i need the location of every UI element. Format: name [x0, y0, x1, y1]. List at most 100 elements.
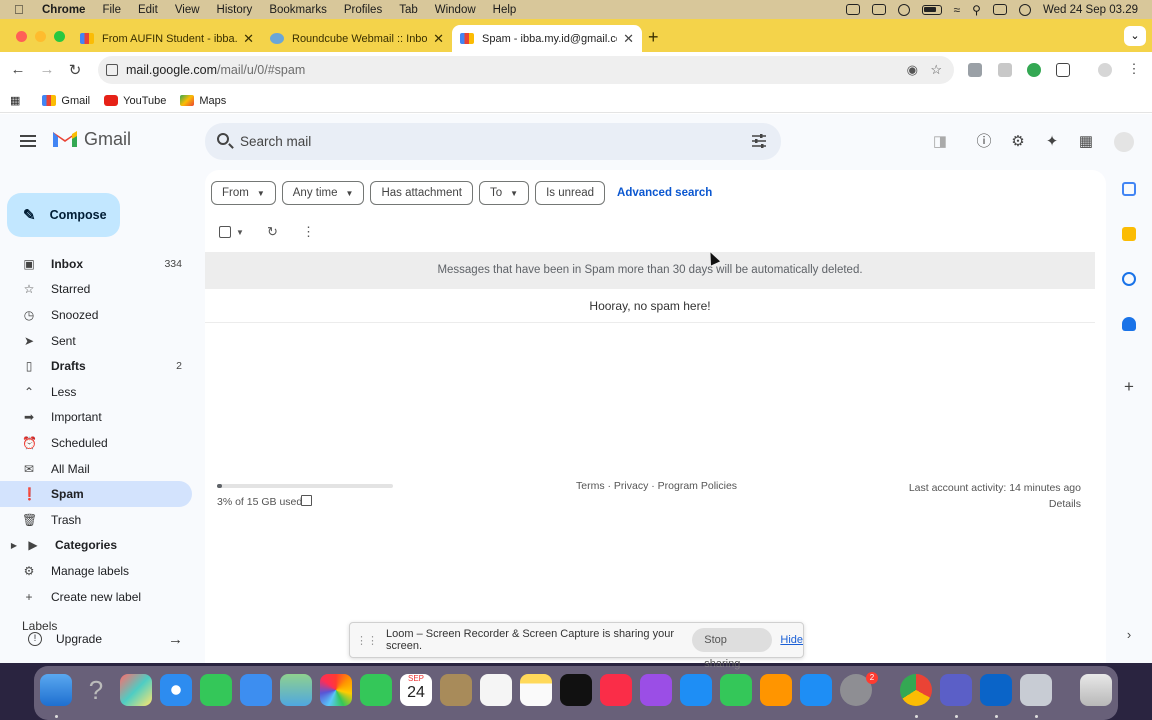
- keynote-icon[interactable]: [680, 674, 712, 706]
- site-info-icon[interactable]: [106, 64, 118, 76]
- close-tab-icon[interactable]: ✕: [433, 31, 444, 47]
- contacts-icon[interactable]: [440, 674, 472, 706]
- new-tab-icon[interactable]: +: [648, 27, 659, 48]
- bookmark-star-icon[interactable]: ☆: [930, 62, 942, 78]
- chip-to[interactable]: To ▼: [478, 181, 530, 205]
- close-window-button[interactable]: [16, 31, 27, 42]
- url-text[interactable]: mail.google.com/mail/u/0/#spam: [126, 63, 305, 77]
- apple-tv-icon[interactable]: [560, 674, 592, 706]
- menu-window[interactable]: Window: [435, 4, 476, 16]
- calendar-icon[interactable]: SEP 24: [400, 674, 432, 706]
- sidebar-item-scheduled[interactable]: ⏰ Scheduled: [0, 430, 192, 456]
- tab-aufin-student[interactable]: From AUFIN Student - ibba.my ✕: [72, 25, 262, 52]
- outlook-icon[interactable]: [980, 674, 1012, 706]
- menu-view[interactable]: View: [175, 4, 200, 16]
- screen-record-icon[interactable]: [845, 4, 860, 15]
- search-icon[interactable]: [217, 133, 229, 145]
- reload-icon[interactable]: ↻: [65, 61, 85, 79]
- select-all-checkbox[interactable]: [219, 226, 231, 238]
- menu-app-name[interactable]: Chrome: [42, 4, 85, 16]
- minimize-window-button[interactable]: [35, 31, 46, 42]
- apple-icon[interactable]: : [14, 2, 28, 17]
- help-icon[interactable]: ⓘ: [974, 132, 994, 152]
- meet-status-icon[interactable]: ◨: [930, 132, 950, 152]
- sidebar-item-less[interactable]: ⌃ Less: [0, 379, 192, 405]
- search-bar[interactable]: [205, 123, 781, 160]
- app-store-icon[interactable]: [800, 674, 832, 706]
- extension-icon[interactable]: [1027, 63, 1041, 77]
- sidebar-item-inbox[interactable]: ▣ Inbox 334: [0, 251, 192, 277]
- advanced-search-link[interactable]: Advanced search: [617, 187, 712, 199]
- menu-file[interactable]: File: [102, 4, 121, 16]
- contacts-icon[interactable]: [1122, 317, 1136, 331]
- safari-icon[interactable]: [160, 674, 192, 706]
- music-icon[interactable]: [600, 674, 632, 706]
- sidebar-item-manage-labels[interactable]: ⚙ Manage labels: [0, 558, 192, 584]
- search-options-icon[interactable]: [751, 134, 767, 148]
- reminders-icon[interactable]: [480, 674, 512, 706]
- sidebar-item-drafts[interactable]: ▯ Drafts 2: [0, 353, 192, 379]
- control-center-icon[interactable]: [992, 4, 1007, 15]
- numbers-icon[interactable]: [720, 674, 752, 706]
- account-avatar[interactable]: [1114, 132, 1134, 152]
- help-question-icon[interactable]: ?: [80, 674, 112, 706]
- wifi-icon[interactable]: ≈: [954, 3, 961, 17]
- open-external-icon[interactable]: [301, 495, 312, 506]
- keep-icon[interactable]: [1122, 227, 1136, 241]
- trash-icon[interactable]: [1080, 674, 1112, 706]
- menu-bookmarks[interactable]: Bookmarks: [269, 4, 327, 16]
- menu-profiles[interactable]: Profiles: [344, 4, 382, 16]
- chrome-menu-icon[interactable]: ⋮: [1124, 61, 1144, 77]
- battery-icon[interactable]: [921, 4, 942, 15]
- maps-icon[interactable]: [280, 674, 312, 706]
- mail-icon[interactable]: [240, 674, 272, 706]
- close-tab-icon[interactable]: ✕: [623, 31, 634, 47]
- eye-off-icon[interactable]: ◉: [907, 62, 918, 78]
- spotlight-search-icon[interactable]: ⚲: [972, 3, 981, 17]
- chip-any-time[interactable]: Any time ▼: [281, 181, 365, 205]
- address-bar[interactable]: mail.google.com/mail/u/0/#spam ◉ ☆: [98, 56, 954, 84]
- add-addon-icon[interactable]: +: [1122, 378, 1136, 395]
- menubar-clock[interactable]: Wed 24 Sep 03.29: [1043, 4, 1138, 16]
- sidebar-item-categories[interactable]: ▶ ▶ Categories: [0, 533, 192, 559]
- menu-edit[interactable]: Edit: [138, 4, 158, 16]
- menu-history[interactable]: History: [217, 4, 253, 16]
- profile-avatar[interactable]: [1098, 63, 1112, 77]
- upgrade-button[interactable]: ! Upgrade →: [0, 619, 205, 659]
- extension-icon[interactable]: [968, 63, 982, 77]
- messages-icon[interactable]: [200, 674, 232, 706]
- play-icon[interactable]: [897, 3, 910, 16]
- extensions-puzzle-icon[interactable]: [1056, 63, 1070, 77]
- refresh-icon[interactable]: ↻: [267, 224, 278, 240]
- app-tray-icon[interactable]: [871, 4, 886, 15]
- notes-icon[interactable]: [520, 674, 552, 706]
- chip-has-attachment[interactable]: Has attachment: [370, 181, 473, 205]
- calendar-icon[interactable]: [1122, 182, 1136, 196]
- sidebar-item-create-label[interactable]: + Create new label: [0, 584, 192, 610]
- facetime-icon[interactable]: [360, 674, 392, 706]
- podcasts-icon[interactable]: [640, 674, 672, 706]
- sidebar-item-all-mail[interactable]: ✉ All Mail: [0, 456, 192, 482]
- bookmark-maps[interactable]: Maps: [180, 95, 226, 107]
- forward-icon[interactable]: →: [37, 61, 57, 78]
- close-tab-icon[interactable]: ✕: [243, 31, 254, 47]
- sidebar-item-important[interactable]: ➡ Important: [0, 405, 192, 431]
- gemini-sparkle-icon[interactable]: ✦: [1042, 132, 1062, 152]
- settings-gear-icon[interactable]: ⚙: [1008, 132, 1028, 152]
- expand-panel-icon[interactable]: ›: [1122, 628, 1136, 642]
- search-input[interactable]: [240, 131, 740, 152]
- tasks-icon[interactable]: [1122, 272, 1136, 286]
- main-menu-icon[interactable]: [20, 135, 36, 147]
- google-apps-icon[interactable]: ▦: [1076, 132, 1096, 152]
- bookmark-gmail[interactable]: Gmail: [42, 95, 90, 107]
- storage-usage-text[interactable]: 3% of 15 GB used: [217, 496, 302, 508]
- chip-from[interactable]: From ▼: [211, 181, 276, 205]
- more-options-icon[interactable]: ⋮: [302, 224, 315, 240]
- photos-icon[interactable]: [320, 674, 352, 706]
- sidebar-item-sent[interactable]: ➤ Sent: [0, 328, 192, 354]
- maximize-window-button[interactable]: [54, 31, 65, 42]
- tab-search-icon[interactable]: ⌄: [1124, 26, 1146, 46]
- siri-icon[interactable]: [1018, 3, 1031, 16]
- preview-icon[interactable]: [1020, 674, 1052, 706]
- finder-icon[interactable]: [40, 674, 72, 706]
